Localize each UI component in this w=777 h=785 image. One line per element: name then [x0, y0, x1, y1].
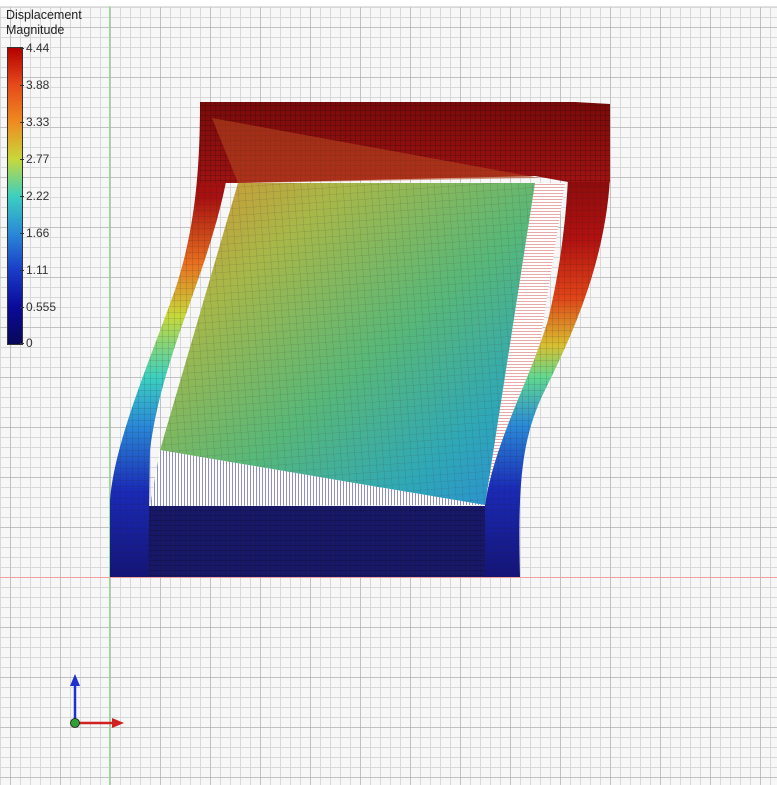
legend-tick-mark [20, 48, 24, 49]
legend-tick-mark [20, 233, 24, 234]
legend-tick-label: 2.22 [26, 189, 50, 203]
legend-title-line2: Magnitude [6, 23, 65, 37]
inner-plate [160, 183, 535, 505]
legend-tick-label: 2.77 [26, 152, 50, 166]
legend-tick-label: 3.33 [26, 115, 50, 129]
legend-title: Displacement Magnitude [6, 8, 82, 38]
legend-tick-mark [20, 196, 24, 197]
top-beam [200, 102, 610, 183]
deformed-mesh-view [110, 102, 610, 577]
legend-tick-mark [20, 270, 24, 271]
legend-tick-mark [20, 159, 24, 160]
xyz-triad-icon [70, 674, 124, 728]
legend-tick-label: 0.555 [26, 300, 57, 314]
legend-tick-label: 0 [26, 336, 33, 350]
legend-tick-label: 4.44 [26, 41, 50, 55]
legend-tick-mark [20, 122, 24, 123]
bottom-base-block [148, 506, 488, 577]
legend-title-line1: Displacement [6, 8, 82, 22]
legend-tick-mark [20, 85, 24, 86]
viewport-canvas[interactable]: Displacement Magnitude 4.44 3.88 3.33 2.77 2… [0, 0, 777, 785]
legend-tick-mark [20, 343, 24, 344]
legend-tick-label: 1.66 [26, 226, 50, 240]
legend-tick-label: 1.11 [26, 263, 49, 277]
legend-tick-label: 3.88 [26, 78, 50, 92]
legend-tick-mark [20, 307, 24, 308]
